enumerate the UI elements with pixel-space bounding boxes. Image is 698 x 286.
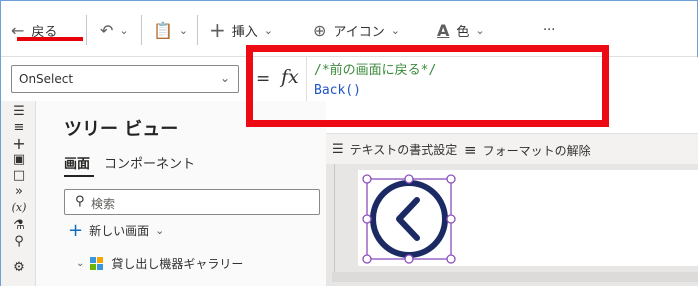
chevron-down-icon[interactable]: ⌄ bbox=[119, 24, 128, 37]
annotation-highlight-box bbox=[246, 45, 609, 127]
new-screen-button[interactable]: + 新しい画面 ⌄ bbox=[68, 219, 165, 241]
insert-plus-icon[interactable]: + bbox=[8, 136, 30, 152]
search-input[interactable]: ⚲ 検索 bbox=[64, 189, 320, 215]
hamburger-icon[interactable]: ☰ bbox=[8, 105, 30, 119]
paste-button[interactable]: 📋 ⌄ bbox=[153, 19, 188, 41]
insert-label: 挿入 bbox=[231, 24, 258, 40]
settings-icon[interactable]: ⚙ bbox=[8, 261, 30, 275]
gallery-screen-icon bbox=[90, 256, 104, 271]
tree-item-screen[interactable]: ⌄ 貸し出し機器ギャラリー bbox=[76, 255, 243, 272]
plus-icon: + bbox=[68, 219, 84, 241]
icon-button[interactable]: ⊕ アイコン ⌄ bbox=[313, 19, 400, 41]
tools-icon[interactable]: ⚗ bbox=[8, 219, 30, 233]
undo-button[interactable]: ↶ ⌄ bbox=[100, 19, 129, 41]
toolbar-divider bbox=[86, 15, 87, 45]
chevron-down-icon: ⌄ bbox=[475, 23, 485, 37]
chevron-down-icon: ⌄ bbox=[390, 23, 400, 37]
canvas-divider bbox=[334, 164, 335, 274]
data-icon[interactable]: ▣ bbox=[8, 153, 30, 167]
property-underline-marker bbox=[17, 37, 83, 41]
text-format-button[interactable]: ☰ テキストの書式設定 bbox=[332, 141, 457, 158]
chevron-down-icon[interactable]: ⌄ bbox=[76, 258, 84, 269]
tree-item-label: 貸し出し機器ギャラリー bbox=[111, 257, 244, 271]
clear-format-label: フォーマットの解除 bbox=[482, 143, 591, 158]
new-screen-label: 新しい画面 bbox=[89, 224, 150, 238]
insert-button[interactable]: + 挿入 ⌄ bbox=[209, 18, 273, 42]
chevron-down-icon: ⌄ bbox=[219, 71, 230, 85]
search-icon[interactable]: ⚲ bbox=[8, 235, 30, 249]
search-placeholder: 検索 bbox=[91, 197, 116, 211]
chevron-down-icon: ⌄ bbox=[263, 23, 273, 37]
panel-title: ツリー ビュー bbox=[64, 119, 179, 140]
plus-icon: + bbox=[209, 18, 226, 42]
chevron-down-icon: ⌄ bbox=[155, 224, 165, 237]
power-automate-icon[interactable]: » bbox=[8, 185, 30, 199]
toolbar-divider bbox=[141, 15, 142, 45]
undo-icon: ↶ bbox=[100, 20, 114, 40]
font-color-icon: A bbox=[437, 20, 450, 40]
text-format-label: テキストの書式設定 bbox=[349, 143, 458, 157]
horizontal-scrollbar[interactable] bbox=[332, 272, 698, 282]
media-icon[interactable]: □ bbox=[8, 169, 30, 183]
tab-components[interactable]: コンポーネント bbox=[104, 153, 195, 172]
color-label: 色 bbox=[456, 24, 470, 40]
icon-label: アイコン bbox=[333, 24, 385, 40]
text-format-icon: ☰ bbox=[332, 142, 344, 157]
more-label: ··· bbox=[543, 22, 556, 38]
active-tab-indicator bbox=[64, 175, 94, 177]
back-circle-icon bbox=[370, 180, 448, 258]
variables-icon[interactable]: (x) bbox=[8, 201, 30, 215]
clear-format-button[interactable]: ≡ フォーマットの解除 bbox=[464, 141, 591, 159]
property-dropdown[interactable]: OnSelect ⌄ bbox=[11, 65, 239, 93]
tab-screens[interactable]: 画面 bbox=[64, 153, 90, 172]
tree-view-panel: ツリー ビュー 画面 コンポーネント ⚲ 検索 + 新しい画面 ⌄ ⌄ 貸し出し… bbox=[36, 101, 326, 286]
toolbar-divider bbox=[197, 15, 198, 45]
layers-icon[interactable]: ≡ bbox=[8, 121, 30, 135]
chevron-down-icon[interactable]: ⌄ bbox=[179, 24, 188, 37]
color-button[interactable]: A 色 ⌄ bbox=[437, 19, 485, 41]
format-bar: ☰ テキストの書式設定 ≡ フォーマットの解除 bbox=[326, 134, 698, 164]
property-value: OnSelect bbox=[19, 72, 74, 86]
selected-back-icon[interactable] bbox=[358, 170, 468, 266]
add-circle-icon: ⊕ bbox=[313, 20, 327, 40]
left-rail: ☰ ≡ + ▣ □ » (x) ⚗ ⚲ ⚙ bbox=[1, 101, 36, 286]
more-button[interactable]: ··· bbox=[543, 19, 555, 41]
clipboard-icon: 📋 bbox=[153, 20, 173, 40]
search-icon: ⚲ bbox=[75, 194, 85, 209]
clear-format-icon: ≡ bbox=[464, 141, 477, 159]
